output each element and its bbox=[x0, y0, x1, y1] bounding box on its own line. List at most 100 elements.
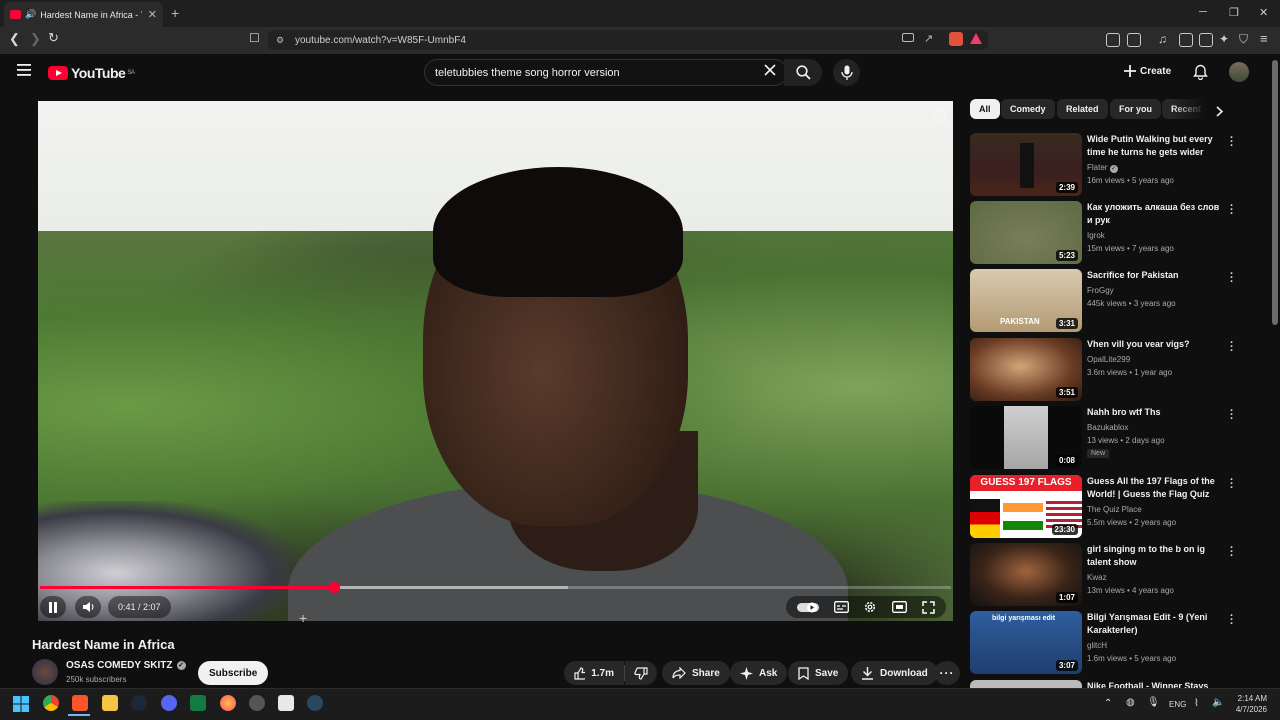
share-page-icon[interactable]: ↗ bbox=[924, 32, 933, 45]
more-icon[interactable]: · · · bbox=[1230, 475, 1234, 494]
info-icon[interactable] bbox=[933, 110, 946, 123]
audio-playing-icon[interactable]: 🔊 bbox=[25, 9, 36, 20]
channel-name[interactable]: Bazukablox bbox=[1087, 423, 1128, 432]
app-icon[interactable] bbox=[249, 695, 265, 711]
video-thumbnail[interactable]: 5:23 bbox=[970, 201, 1082, 264]
video-title[interactable]: Как уложить алкаша без слов и рук bbox=[1087, 201, 1223, 227]
close-window-button[interactable]: ✕ bbox=[1259, 6, 1268, 19]
video-thumbnail[interactable]: PAKISTAN 3:31 bbox=[970, 269, 1082, 332]
account-avatar[interactable] bbox=[1229, 62, 1249, 82]
more-icon[interactable]: · · · bbox=[1230, 611, 1234, 630]
more-icon[interactable]: · · · bbox=[1230, 543, 1234, 562]
forward-icon[interactable]: ❯ bbox=[30, 31, 41, 47]
subscribe-button[interactable]: Subscribe bbox=[198, 661, 269, 685]
video-thumbnail[interactable]: 1:07 bbox=[970, 543, 1082, 606]
steam-icon[interactable] bbox=[307, 695, 323, 711]
brave-shields-icon[interactable] bbox=[949, 32, 963, 46]
video-title[interactable]: Vhen vill you vear vigs? bbox=[1087, 338, 1223, 351]
brave-rewards-icon[interactable] bbox=[970, 33, 982, 44]
channel-avatar[interactable] bbox=[32, 659, 58, 685]
list-item[interactable]: PAKISTAN 3:31 Sacrifice for Pakistan Fro… bbox=[969, 269, 1244, 333]
pause-button[interactable] bbox=[40, 596, 66, 618]
browser-tab[interactable]: 🔊 Hardest Name in Africa - You ✕ bbox=[4, 2, 163, 27]
chip-all[interactable]: All bbox=[970, 99, 1000, 119]
restore-button[interactable]: ❐ bbox=[1229, 6, 1239, 19]
video-title[interactable]: Wide Putin Walking but every time he tur… bbox=[1087, 133, 1223, 159]
tab-close-icon[interactable]: ✕ bbox=[148, 8, 157, 21]
discord-icon[interactable] bbox=[161, 695, 177, 711]
video-thumbnail[interactable]: 3:51 bbox=[970, 338, 1082, 401]
dislike-button[interactable] bbox=[625, 661, 657, 685]
chevron-up-icon[interactable]: ⌃ bbox=[1104, 698, 1112, 709]
video-thumbnail[interactable] bbox=[970, 680, 1082, 688]
create-button[interactable]: Create bbox=[1124, 65, 1171, 77]
bookmark-icon[interactable]: ☐ bbox=[249, 31, 260, 45]
ask-button[interactable]: Ask bbox=[730, 661, 788, 685]
share-button[interactable]: Share bbox=[662, 661, 730, 685]
youtube-logo[interactable]: YouTube SA bbox=[48, 65, 135, 81]
minimize-button[interactable]: ─ bbox=[1199, 6, 1207, 18]
address-bar[interactable]: youtube.com/watch?v=W85F-UmnbF4 bbox=[268, 30, 988, 50]
chip-related[interactable]: Related bbox=[1057, 99, 1108, 119]
video-title[interactable]: Nike Football - Winner Stays bbox=[1087, 680, 1223, 688]
steam-icon[interactable] bbox=[131, 695, 147, 711]
mic-icon[interactable]: 🎙 bbox=[1147, 697, 1160, 708]
windows-start-icon[interactable] bbox=[13, 696, 29, 712]
wallet-icon[interactable] bbox=[1199, 33, 1213, 47]
back-icon[interactable]: ❮ bbox=[9, 31, 20, 47]
list-item[interactable]: 0:08 Nahh bro wtf Ths Bazukablox 13 view… bbox=[969, 406, 1244, 470]
chip-comedy[interactable]: Comedy bbox=[1001, 99, 1055, 119]
list-item[interactable]: 2:39 Wide Putin Walking but every time h… bbox=[969, 133, 1244, 197]
video-title[interactable]: Guess All the 197 Flags of the World! | … bbox=[1087, 475, 1223, 501]
video-title[interactable]: girl singing m to the b on ig talent sho… bbox=[1087, 543, 1223, 569]
network-icon[interactable]: ⌇ bbox=[1194, 698, 1199, 709]
chrome-icon[interactable] bbox=[43, 695, 59, 711]
firefox-icon[interactable] bbox=[220, 695, 236, 711]
miniplayer-icon[interactable] bbox=[892, 601, 908, 613]
search-input[interactable]: teletubbies theme song horror version bbox=[424, 59, 788, 86]
fullscreen-icon[interactable] bbox=[921, 600, 935, 614]
video-thumbnail[interactable]: 0:08 bbox=[970, 406, 1082, 469]
video-player[interactable] bbox=[38, 101, 953, 621]
video-thumbnail[interactable]: bilgi yarışması edit 3:07 bbox=[970, 611, 1082, 674]
xbox-icon[interactable] bbox=[190, 695, 206, 711]
video-thumbnail[interactable]: GUESS 197 FLAGS 23:30 bbox=[970, 475, 1082, 538]
list-item[interactable]: 1:07 girl singing m to the b on ig talen… bbox=[969, 543, 1244, 607]
clock[interactable]: 2:14 AM 4/7/2026 bbox=[1233, 693, 1267, 715]
list-item[interactable]: Nike Football - Winner Stays bbox=[969, 680, 1244, 688]
language-indicator[interactable]: ENG bbox=[1169, 700, 1186, 709]
like-button[interactable]: 1.7m bbox=[564, 661, 624, 685]
download-button[interactable]: Download bbox=[851, 661, 938, 685]
file-explorer-icon[interactable] bbox=[102, 695, 118, 711]
menu-icon[interactable] bbox=[17, 64, 31, 76]
channel-name[interactable]: Kwaz bbox=[1087, 573, 1107, 582]
media-icon[interactable]: ♫ bbox=[1158, 32, 1167, 46]
brave-icon[interactable] bbox=[72, 695, 88, 711]
channel-name[interactable]: Igrok bbox=[1087, 231, 1105, 240]
autoplay-toggle-icon[interactable] bbox=[797, 602, 820, 613]
channel-name-link[interactable]: OSAS COMEDY SKITZ ✓ bbox=[66, 660, 186, 671]
settings-icon[interactable] bbox=[863, 600, 877, 614]
channel-name[interactable]: FroGgy bbox=[1087, 286, 1114, 295]
app-icon[interactable] bbox=[278, 695, 294, 711]
channel-name[interactable]: Flater ✓ bbox=[1087, 163, 1118, 173]
video-thumbnail[interactable]: 2:39 bbox=[970, 133, 1082, 196]
page-scrollbar[interactable] bbox=[1272, 60, 1278, 325]
sidebar-icon[interactable] bbox=[1179, 33, 1193, 47]
channel-name[interactable]: OpalLite299 bbox=[1087, 355, 1130, 364]
subtitles-icon[interactable] bbox=[833, 601, 849, 613]
save-button[interactable]: Save bbox=[788, 661, 849, 685]
tray-app-icon[interactable]: ◍ bbox=[1126, 697, 1135, 708]
reload-icon[interactable]: ↻ bbox=[48, 30, 59, 46]
video-title[interactable]: Sacrifice for Pakistan bbox=[1087, 269, 1223, 282]
chip-for-you[interactable]: For you bbox=[1110, 99, 1161, 119]
vpn-shield-icon[interactable]: ⛉ bbox=[1239, 32, 1248, 47]
volume-icon[interactable]: 🔈 bbox=[1212, 697, 1224, 708]
clear-search-icon[interactable] bbox=[764, 64, 776, 76]
video-title[interactable]: Bilgi Yarışması Edit - 9 (Yeni Karakterl… bbox=[1087, 611, 1223, 637]
list-item[interactable]: bilgi yarışması edit 3:07 Bilgi Yarışmas… bbox=[969, 611, 1244, 675]
screenshot-icon[interactable] bbox=[1127, 33, 1141, 47]
more-icon[interactable]: · · · bbox=[1230, 338, 1234, 357]
list-item[interactable]: GUESS 197 FLAGS 23:30 Guess All the 197 … bbox=[969, 475, 1244, 539]
more-icon[interactable]: · · · bbox=[1230, 269, 1234, 288]
